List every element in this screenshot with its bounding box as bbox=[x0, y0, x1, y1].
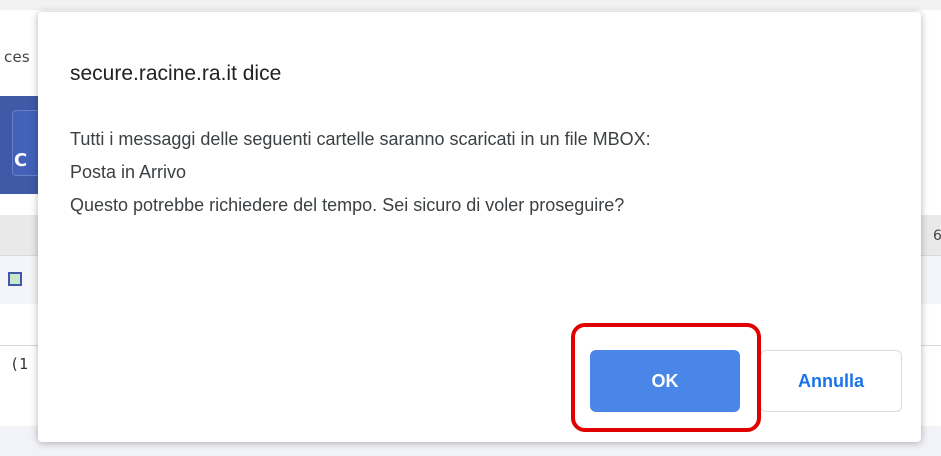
background-right-text: 6 bbox=[933, 228, 941, 244]
cancel-button[interactable]: Annulla bbox=[760, 350, 902, 412]
background-table-text: (1 bbox=[10, 355, 29, 373]
dialog-title: secure.racine.ra.it dice bbox=[70, 62, 282, 85]
dialog-message: Tutti i messaggi delle seguenti cartelle… bbox=[70, 123, 900, 222]
confirm-dialog: secure.racine.ra.it dice Tutti i messagg… bbox=[38, 12, 921, 442]
dialog-message-line: Tutti i messaggi delle seguenti cartelle… bbox=[70, 129, 651, 149]
background-button-label: C bbox=[14, 150, 28, 171]
dialog-message-line: Posta in Arrivo bbox=[70, 162, 187, 182]
background-text: ces bbox=[4, 48, 30, 66]
ok-button[interactable]: OK bbox=[590, 350, 740, 412]
dialog-message-line: Questo potrebbe richiedere del tempo. Se… bbox=[70, 195, 625, 215]
checkbox-icon[interactable] bbox=[8, 272, 22, 286]
browser-top-strip bbox=[0, 0, 941, 10]
